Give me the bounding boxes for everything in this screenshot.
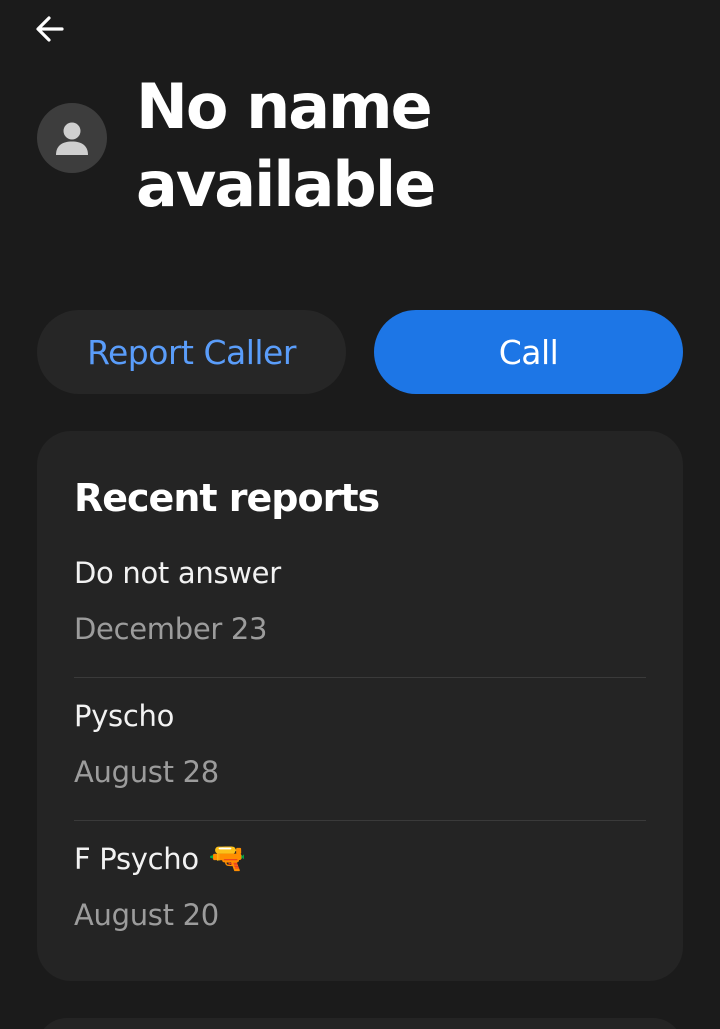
report-date: August 20 xyxy=(74,898,219,932)
arrow-left-icon xyxy=(36,16,64,42)
water-pistol-icon: 🔫 xyxy=(208,841,246,876)
list-item: F Psycho 🔫 August 20 xyxy=(74,821,646,964)
report-date: December 23 xyxy=(74,612,268,646)
person-icon xyxy=(56,122,88,155)
report-date: August 28 xyxy=(74,755,219,789)
caller-details-screen: No name available Report Caller Call Rec… xyxy=(0,0,720,1029)
recent-reports-title: Recent reports xyxy=(74,476,380,520)
next-card xyxy=(37,1018,683,1029)
report-label: Pyscho xyxy=(74,696,646,736)
back-button[interactable] xyxy=(30,10,70,48)
caller-name: No name available xyxy=(136,70,436,221)
report-caller-button[interactable]: Report Caller xyxy=(37,310,346,394)
report-label: Do not answer xyxy=(74,553,646,593)
avatar xyxy=(37,103,107,173)
list-item: Do not answer December 23 xyxy=(74,535,646,678)
list-item: Pyscho August 28 xyxy=(74,678,646,821)
report-label-text: F Psycho xyxy=(74,842,199,876)
recent-reports-card: Recent reports Do not answer December 23… xyxy=(37,431,683,981)
report-label-text: Do not answer xyxy=(74,556,281,590)
report-label-text: Pyscho xyxy=(74,699,175,733)
call-button[interactable]: Call xyxy=(374,310,683,394)
report-label: F Psycho 🔫 xyxy=(74,839,646,879)
action-buttons: Report Caller Call xyxy=(37,310,683,394)
